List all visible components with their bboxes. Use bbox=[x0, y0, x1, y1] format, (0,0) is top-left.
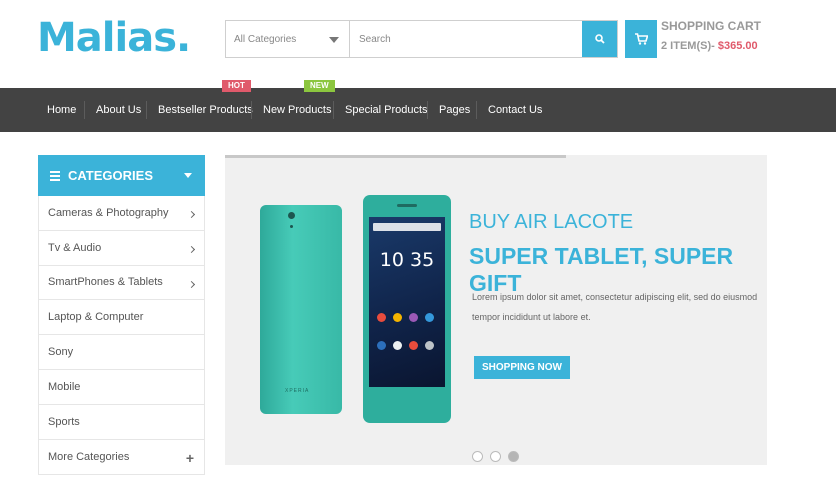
chevron-down-icon bbox=[184, 173, 192, 178]
new-badge: NEW bbox=[304, 80, 335, 92]
nav-item-special-products[interactable]: Special Products bbox=[345, 88, 428, 132]
cart-separator: - bbox=[711, 40, 715, 52]
cart-total: $365.00 bbox=[717, 40, 758, 52]
slider-dots bbox=[472, 451, 519, 462]
phone-back-image: XPERIA bbox=[260, 205, 342, 414]
search-input[interactable] bbox=[350, 21, 582, 57]
category-item-laptop-computer[interactable]: Laptop & Computer bbox=[39, 300, 204, 336]
nav-item-contact-us[interactable]: Contact Us bbox=[488, 88, 542, 132]
site-logo[interactable]: Malias. bbox=[37, 15, 191, 61]
phone-search-bar bbox=[373, 223, 441, 231]
category-label: Sony bbox=[48, 346, 74, 359]
app-icon bbox=[377, 341, 386, 350]
banner-title: SUPER TABLET, SUPER GIFT bbox=[469, 243, 734, 296]
app-icon bbox=[377, 313, 386, 322]
plus-icon: + bbox=[185, 449, 194, 466]
category-item-sports[interactable]: Sports bbox=[39, 405, 204, 440]
cart-button[interactable] bbox=[625, 20, 657, 58]
slide-progress-bar bbox=[225, 155, 567, 158]
nav-item-about-us[interactable]: About Us bbox=[96, 88, 141, 132]
phone-screen: 10 35 bbox=[369, 217, 445, 387]
category-label: Sports bbox=[48, 415, 80, 428]
shopping-cart-icon bbox=[634, 33, 648, 45]
app-icon bbox=[409, 313, 418, 322]
app-icon bbox=[425, 313, 434, 322]
category-label: Laptop & Computer bbox=[48, 311, 144, 324]
nav-divider bbox=[146, 101, 147, 119]
categories-header[interactable]: CATEGORIES bbox=[38, 155, 205, 196]
category-item-cameras-photography[interactable]: Cameras & Photography bbox=[39, 196, 204, 231]
category-select-value: All Categories bbox=[234, 33, 297, 45]
nav-item-bestseller-products[interactable]: Bestseller Products bbox=[158, 88, 253, 132]
chevron-right-icon bbox=[187, 245, 196, 253]
page: Malias. All Categories SHOPPING CART 2 I… bbox=[0, 0, 836, 484]
category-item-smartphones-tablets[interactable]: SmartPhones & Tablets bbox=[39, 266, 204, 301]
hero-slider: XPERIA 10 35 BUY AIR LACOTE SUPER TABLET… bbox=[225, 155, 767, 465]
phone-speaker bbox=[397, 204, 417, 207]
camera-flash bbox=[290, 225, 293, 228]
category-label: Cameras & Photography bbox=[48, 206, 169, 219]
nav-divider bbox=[251, 101, 252, 119]
chevron-right-icon bbox=[187, 210, 196, 219]
chevron-down-icon bbox=[329, 37, 339, 43]
nav-divider bbox=[333, 101, 334, 119]
camera-lens bbox=[288, 212, 295, 219]
banner-text-line: tempor incididunt ut labore et. bbox=[472, 312, 591, 322]
app-icon bbox=[425, 341, 434, 350]
search-icon bbox=[594, 34, 605, 44]
menu-icon bbox=[50, 169, 60, 183]
cart-summary[interactable]: 2 ITEM(S)- $365.00 bbox=[661, 40, 758, 52]
category-item-more-categories[interactable]: More Categories + bbox=[39, 440, 204, 475]
nav-divider bbox=[427, 101, 428, 119]
nav-item-home[interactable]: Home bbox=[47, 88, 76, 132]
cart-item-count: 2 ITEM(S) bbox=[661, 40, 712, 52]
banner-subtitle: BUY AIR LACOTE bbox=[469, 211, 634, 233]
slider-dot-3[interactable] bbox=[508, 451, 519, 462]
search-button[interactable] bbox=[582, 21, 617, 57]
search-bar: All Categories bbox=[225, 20, 618, 58]
chevron-right-icon bbox=[187, 280, 196, 288]
category-label: Mobile bbox=[48, 380, 81, 393]
category-label: Tv & Audio bbox=[48, 241, 102, 254]
app-icon bbox=[409, 341, 418, 350]
category-item-mobile[interactable]: Mobile bbox=[39, 370, 204, 405]
slider-dot-1[interactable] bbox=[472, 451, 483, 462]
category-label: More Categories bbox=[48, 450, 130, 463]
hot-badge: HOT bbox=[222, 80, 251, 92]
slider-dot-2[interactable] bbox=[490, 451, 501, 462]
phone-front-image: 10 35 bbox=[363, 195, 451, 423]
nav-divider bbox=[476, 101, 477, 119]
banner-text-line: Lorem ipsum dolor sit amet, consectetur … bbox=[472, 292, 758, 302]
category-label: SmartPhones & Tablets bbox=[48, 276, 163, 289]
category-select[interactable]: All Categories bbox=[226, 21, 350, 57]
nav-item-pages[interactable]: Pages bbox=[439, 88, 470, 132]
phone-clock: 10 35 bbox=[379, 249, 435, 271]
phone-brand-label: XPERIA bbox=[285, 388, 310, 394]
categories-title: CATEGORIES bbox=[68, 168, 153, 183]
shopping-now-button[interactable]: SHOPPING NOW bbox=[474, 356, 570, 379]
app-icon bbox=[393, 313, 402, 322]
category-item-sony[interactable]: Sony bbox=[39, 335, 204, 370]
main-nav: Home About Us Bestseller Products New Pr… bbox=[0, 88, 836, 132]
cart-title[interactable]: SHOPPING CART bbox=[661, 19, 761, 33]
nav-divider bbox=[84, 101, 85, 119]
categories-list: Cameras & Photography Tv & Audio SmartPh… bbox=[38, 196, 205, 476]
nav-item-new-products[interactable]: New Products bbox=[263, 88, 331, 132]
category-item-tv-audio[interactable]: Tv & Audio bbox=[39, 231, 204, 266]
app-icon bbox=[393, 341, 402, 350]
